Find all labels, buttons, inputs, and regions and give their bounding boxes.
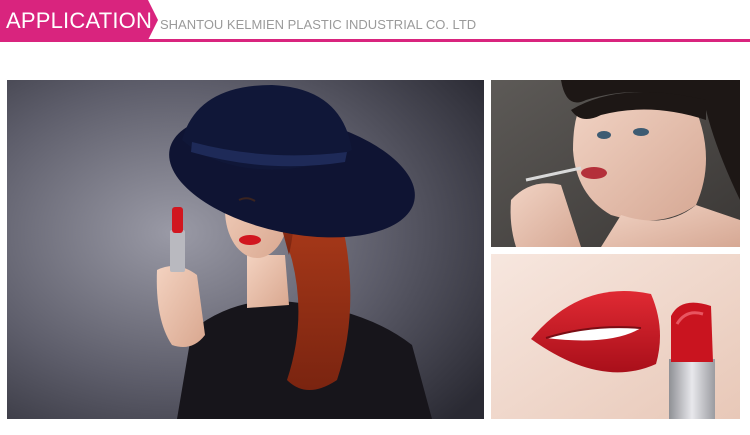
section-title: APPLICATION [6,8,153,33]
section-header: APPLICATION SHANTOU KELMIEN PLASTIC INDU… [0,0,750,44]
photo-woman-in-hat-image [7,80,484,419]
photo-red-lips-lipstick-image [491,254,740,419]
photo-woman-in-hat [7,80,484,419]
photo-woman-applying-lipstick [491,80,740,247]
company-name: SHANTOU KELMIEN PLASTIC INDUSTRIAL CO. L… [160,17,477,32]
photo-red-lips-lipstick [491,254,740,419]
section-tag: APPLICATION [0,0,158,40]
photo-woman-applying-lipstick-image [491,80,740,247]
header-divider [0,39,750,42]
